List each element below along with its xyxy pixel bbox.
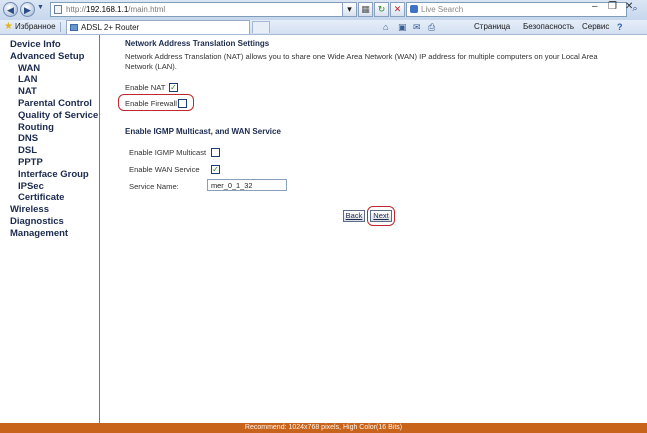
igmp-section-title: Enable IGMP Multicast, and WAN Service [125,127,281,136]
sidebar-item-pptp[interactable]: PPTP [0,157,99,169]
checkmark-icon: ✓ [212,165,219,174]
security-menu[interactable]: Безопасность [523,21,574,33]
tab-adsl-router[interactable]: ADSL 2+ Router [66,20,250,34]
sidebar-item-lan[interactable]: LAN [0,74,99,86]
home-icon[interactable]: ⌂ [383,21,388,33]
firewall-highlight [118,94,194,111]
maximize-icon[interactable]: ❐ [608,0,617,14]
read-mail-icon[interactable]: ✉ [413,21,421,33]
url-scheme: http:// [66,5,87,14]
sidebar-item-nat[interactable]: NAT [0,86,99,98]
close-icon[interactable]: ✕ [625,0,633,14]
sidebar-item-diagnostics[interactable]: Diagnostics [0,216,99,228]
url-input[interactable]: http://192.168.1.1/main.html [50,2,356,17]
main-content: Network Address Translation Settings Net… [101,35,647,423]
feeds-icon[interactable]: ▣ [398,21,407,33]
tab-page-icon [70,24,78,31]
next-highlight [367,206,395,226]
nat-section-title: Network Address Translation Settings [125,39,270,48]
back-arrow-icon[interactable]: ◀ [3,2,18,17]
page-menu[interactable]: Страница [474,21,510,33]
url-host: 192.168.1.1 [86,5,129,14]
favorites-button[interactable]: ★ Избранное [4,21,56,33]
url-path: /main.html [128,5,166,14]
sidebar-item-management[interactable]: Management [0,228,99,240]
service-name-input[interactable] [207,179,287,191]
back-button[interactable]: Back [343,210,365,222]
stop-icon[interactable]: ✕ [390,2,405,17]
history-dropdown-icon[interactable]: ▼ [37,4,44,11]
sidebar-item-advanced-setup[interactable]: Advanced Setup [0,51,99,63]
help-icon[interactable]: ? [617,21,623,33]
wan-service-checkbox[interactable]: ✓ [211,165,220,174]
igmp-multicast-label: Enable IGMP Multicast [129,148,207,157]
favorites-label: Избранное [14,22,56,31]
sidebar-item-parental-control[interactable]: Parental Control [0,98,99,110]
live-search-icon [410,5,418,13]
sidebar-item-interface-group[interactable]: Interface Group [0,169,99,181]
forward-arrow-icon[interactable]: ▶ [20,2,35,17]
search-placeholder: Live Search [421,5,464,14]
enable-nat-label: Enable NAT [125,83,166,92]
igmp-multicast-checkbox[interactable] [211,148,220,157]
sidebar-item-ipsec[interactable]: IPSec [0,181,99,193]
sidebar-item-dsl[interactable]: DSL [0,145,99,157]
tab-bar: ★ Избранное ADSL 2+ Router ⌂ ▣ ✉ ⎙ Страни… [0,20,647,35]
new-tab-button[interactable] [252,21,270,33]
tab-title: ADSL 2+ Router [81,23,140,32]
print-icon[interactable]: ⎙ [428,21,435,33]
service-name-label: Service Name: [129,182,179,191]
page-icon [54,5,62,14]
wan-service-label: Enable WAN Service [129,165,200,174]
nat-description: Network Address Translation (NAT) allows… [125,52,598,71]
url-dropdown-icon[interactable]: ▾ [342,2,357,17]
favorites-star-icon: ★ [4,21,13,32]
address-bar: ◀ ▶ ▼ http://192.168.1.1/main.html ▾ ▦ ↻… [0,0,647,21]
toolbar-separator [60,22,61,32]
sidebar-item-wan[interactable]: WAN [0,63,99,75]
refresh-icon[interactable]: ↻ [374,2,389,17]
compat-view-icon[interactable]: ▦ [358,2,373,17]
tools-menu[interactable]: Сервис [582,21,609,33]
sidebar-nav: Device Info Advanced Setup WAN LAN NAT P… [0,35,100,423]
sidebar-item-quality-of-service[interactable]: Quality of Service [0,110,99,122]
status-bar: Recommend: 1024x768 pixels, High Color(1… [0,423,647,433]
sidebar-item-routing[interactable]: Routing [0,122,99,134]
enable-nat-checkbox[interactable]: ✓ [169,83,178,92]
sidebar-item-certificate[interactable]: Certificate [0,192,99,204]
minimize-icon[interactable]: – [592,0,598,14]
sidebar-item-dns[interactable]: DNS [0,133,99,145]
sidebar-item-wireless[interactable]: Wireless [0,204,99,216]
checkmark-icon: ✓ [170,83,177,92]
sidebar-item-device-info[interactable]: Device Info [0,39,99,51]
